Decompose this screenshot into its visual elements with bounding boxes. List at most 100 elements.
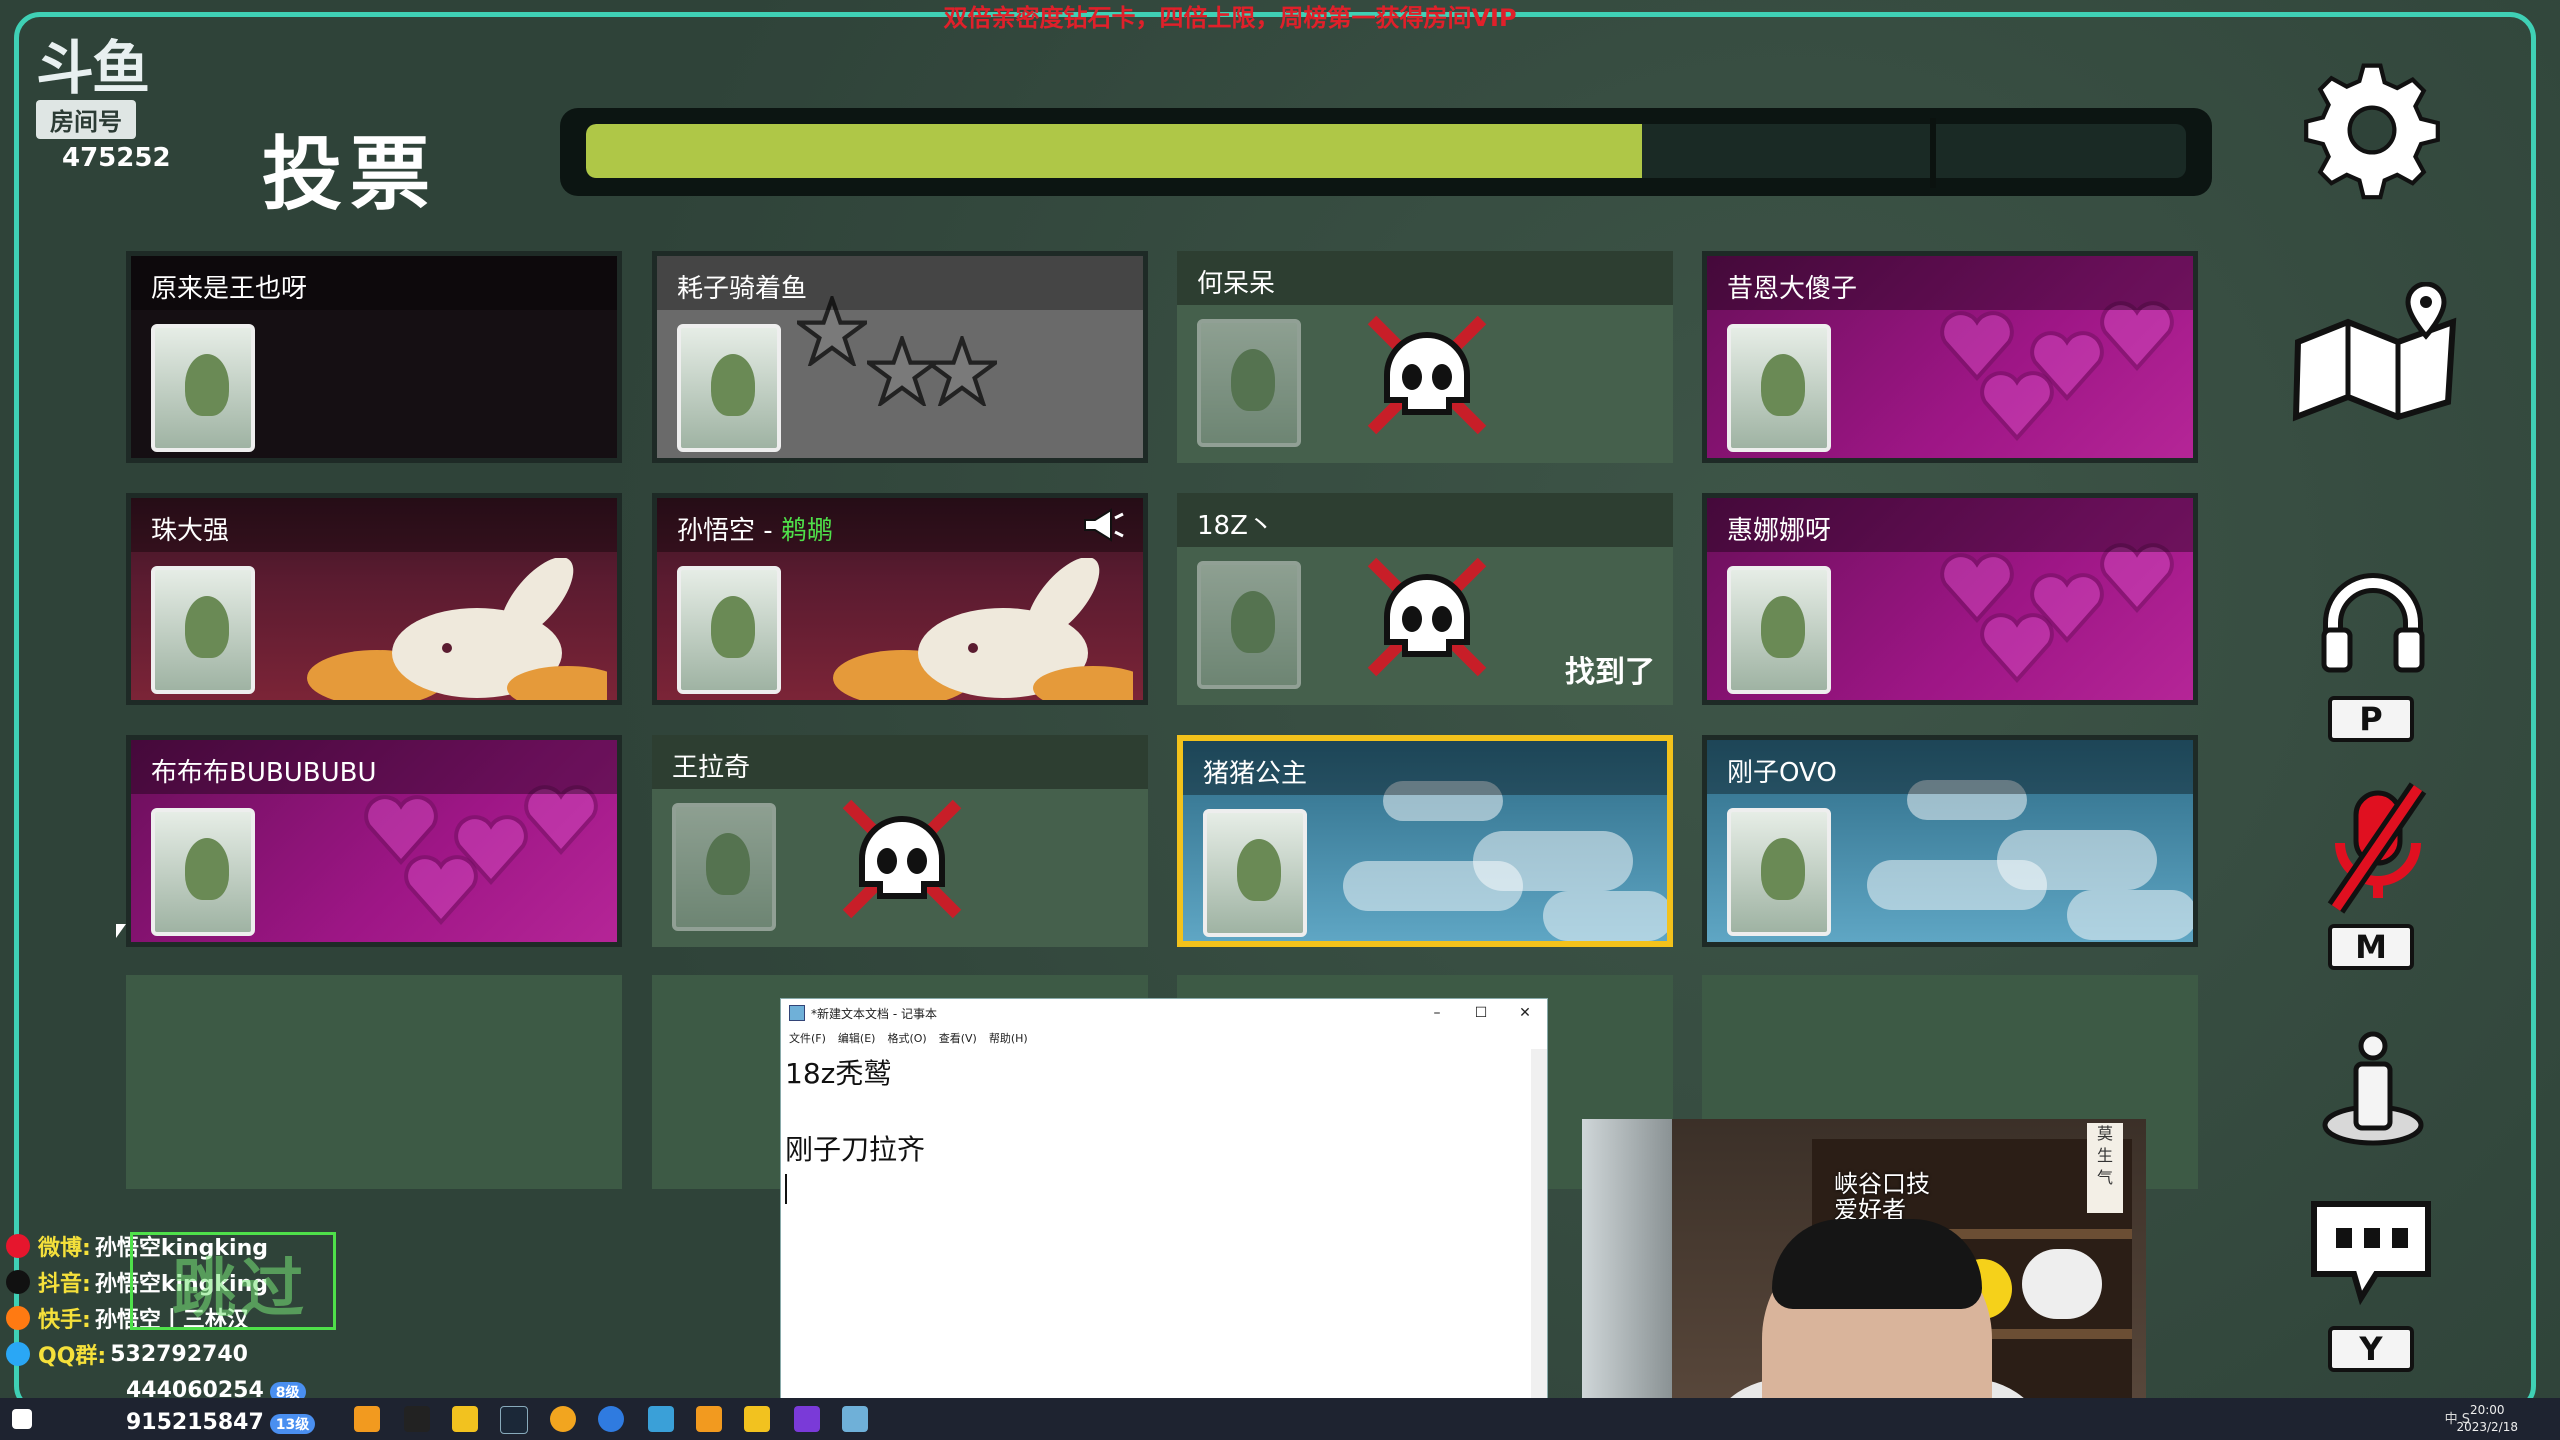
player-avatar: [1197, 319, 1301, 447]
social-platform-icon: [6, 1234, 30, 1258]
player-name: 猪猪公主: [1203, 753, 1307, 790]
taskbar-app-icon[interactable]: [550, 1406, 576, 1432]
player-name-text: 王拉奇: [672, 753, 751, 783]
dead-skull-icon: [1367, 557, 1487, 677]
menu-format[interactable]: 格式(O): [887, 1030, 926, 1046]
taskbar-browser-icon[interactable]: [598, 1406, 624, 1432]
key-badge-m: M: [2328, 924, 2414, 970]
mic-muted-icon[interactable]: [2318, 778, 2438, 922]
menu-help[interactable]: 帮助(H): [989, 1030, 1028, 1046]
fan-group-number: 915215847: [126, 1410, 264, 1435]
notepad-menubar: 文件(F) 编辑(E) 格式(O) 查看(V) 帮助(H): [781, 1027, 1547, 1049]
stream-banner: 双倍亲密度钻石卡，四倍上限，周榜第一获得房间VIP: [943, 4, 1517, 32]
notepad-text-area[interactable]: 18z秃鹫 刚子刀拉齐: [781, 1049, 1547, 1213]
player-name-text: 惠娜娜呀: [1727, 516, 1832, 546]
text-caret: [785, 1174, 787, 1204]
cloud-decoration: [2067, 890, 2193, 940]
notepad-window[interactable]: *新建文本文档 - 记事本 – ☐ ✕ 文件(F) 编辑(E) 格式(O) 查看…: [780, 998, 1548, 1400]
player-card[interactable]: 孙悟空 - 鹈鹕: [652, 493, 1148, 705]
megaphone-icon: [1084, 508, 1124, 542]
player-card: 王拉奇: [652, 735, 1148, 947]
taskbar-notepad-icon[interactable]: [842, 1406, 868, 1432]
notepad-icon: [789, 1005, 805, 1021]
notepad-line: [785, 1093, 1543, 1131]
player-avatar: [1727, 808, 1831, 936]
taskbar-clock[interactable]: 20:00 2023/2/18: [2456, 1402, 2518, 1436]
notepad-caret-line: [785, 1169, 1543, 1207]
menu-file[interactable]: 文件(F): [789, 1030, 826, 1046]
taskbar-app-icon[interactable]: [744, 1406, 770, 1432]
player-name: 18Z丶: [1197, 505, 1274, 542]
player-card[interactable]: 昔恩大傻子: [1702, 251, 2198, 463]
player-card[interactable]: 珠大强: [126, 493, 622, 705]
notepad-titlebar[interactable]: *新建文本文档 - 记事本 – ☐ ✕: [781, 999, 1547, 1027]
player-card: 何呆呆: [1177, 251, 1673, 463]
menu-view[interactable]: 查看(V): [939, 1030, 977, 1046]
player-avatar: [672, 803, 776, 931]
player-card[interactable]: 布布布BUBUBUBU: [126, 735, 622, 947]
maximize-icon[interactable]: ☐: [1459, 1005, 1503, 1021]
social-platform-icon: [6, 1270, 30, 1294]
taskbar-app-icon[interactable]: [696, 1406, 722, 1432]
social-platform-icon: [6, 1342, 30, 1366]
room-number: 475252: [62, 143, 171, 173]
map-icon[interactable]: [2288, 281, 2468, 426]
player-name-text: 昔恩大傻子: [1727, 274, 1858, 304]
player-name: 惠娜娜呀: [1727, 510, 1831, 547]
player-name-text: 何呆呆: [1197, 269, 1276, 299]
player-card[interactable]: 原来是王也呀: [126, 251, 622, 463]
cloud-decoration: [1473, 831, 1633, 891]
key-badge-p: P: [2328, 696, 2414, 742]
webcam-overlay: 峡谷口技 爱好者 莫生气: [1582, 1119, 2146, 1440]
player-name-text: 猪猪公主: [1203, 759, 1308, 789]
social-platform-icon: [6, 1306, 30, 1330]
chat-icon[interactable]: [2306, 1196, 2436, 1310]
notepad-scrollbar[interactable]: [1531, 1049, 1547, 1399]
taskbar-qq-icon[interactable]: [404, 1406, 430, 1432]
player-name-text: 原来是王也呀: [151, 274, 308, 304]
key-badge-y: Y: [2328, 1326, 2414, 1372]
windows-start-icon[interactable]: [12, 1409, 32, 1429]
player-name-text: 孙悟空 -: [677, 516, 781, 546]
player-avatar: [677, 324, 781, 452]
found-label: 找到了: [1565, 655, 1655, 690]
player-card[interactable]: 惠娜娜呀: [1702, 493, 2198, 705]
rabbit-decoration: [307, 557, 617, 700]
minimize-icon[interactable]: –: [1415, 1005, 1459, 1021]
player-avatar: [151, 566, 255, 694]
dead-skull-icon: [842, 799, 962, 919]
settings-gear-icon[interactable]: [2302, 60, 2442, 204]
rabbit-decoration: [833, 557, 1143, 700]
webcam-sign: 峡谷口技 爱好者: [1834, 1170, 1930, 1224]
player-name: 耗子骑着鱼: [677, 268, 807, 305]
player-name: 珠大强: [151, 510, 229, 547]
close-icon[interactable]: ✕: [1503, 1005, 1547, 1021]
player-name: 昔恩大傻子: [1727, 268, 1857, 305]
menu-edit[interactable]: 编辑(E): [838, 1030, 876, 1046]
info-icon[interactable]: [2318, 1030, 2428, 1154]
taskbar-app-icon[interactable]: [794, 1406, 820, 1432]
player-name-text: 耗子骑着鱼: [677, 274, 808, 304]
taskbar-app-icon[interactable]: [452, 1406, 478, 1432]
taskbar-steam-icon[interactable]: [500, 1406, 528, 1434]
player-avatar: [151, 324, 255, 452]
player-name: 原来是王也呀: [151, 268, 307, 305]
streamer-hair: [1772, 1219, 1982, 1309]
headphones-icon[interactable]: [2318, 568, 2428, 682]
webcam-scroll-sign: 莫生气: [2087, 1123, 2123, 1213]
player-card[interactable]: 耗子骑着鱼: [652, 251, 1148, 463]
webcam-window-bg: [1582, 1119, 1672, 1440]
player-name: 孙悟空 - 鹈鹕: [677, 510, 833, 547]
social-label: QQ群:: [38, 1344, 107, 1369]
social-value: 532792740: [110, 1341, 248, 1367]
player-name-text: 18Z丶: [1197, 511, 1274, 541]
player-card[interactable]: 猪猪公主: [1177, 735, 1673, 947]
player-name-text: 珠大强: [151, 516, 230, 546]
social-label: 抖音:: [38, 1272, 91, 1297]
taskbar-app-icon[interactable]: [354, 1406, 380, 1432]
player-avatar: [677, 566, 781, 694]
cloud-decoration: [1997, 830, 2157, 890]
player-avatar: [1203, 809, 1307, 937]
taskbar-app-icon[interactable]: [648, 1406, 674, 1432]
player-card[interactable]: 刚子OVO: [1702, 735, 2198, 947]
